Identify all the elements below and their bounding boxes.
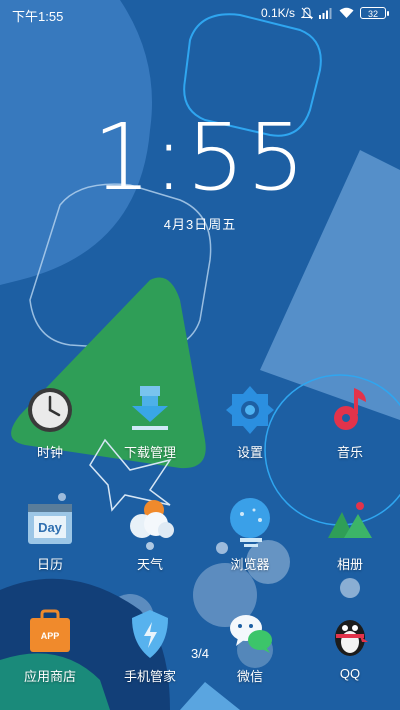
lockscreen-date: 4月3日周五 (163, 217, 237, 232)
settings-icon (224, 384, 276, 436)
app-gallery[interactable]: 相册 (305, 496, 395, 573)
calendar-icon-text: Day (38, 520, 63, 535)
app-label: 设置 (236, 445, 263, 460)
app-download-manager[interactable]: 下载管理 (105, 384, 195, 461)
app-clock[interactable]: 时钟 (5, 384, 95, 461)
gallery-icon (324, 496, 376, 548)
app-label: QQ (339, 666, 361, 681)
music-icon (324, 384, 376, 436)
app-calendar[interactable]: Day 日历 (5, 496, 95, 573)
app-label: 下载管理 (123, 445, 176, 460)
calendar-icon: Day (24, 496, 76, 548)
battery-indicator: 32 (360, 7, 389, 19)
app-browser[interactable]: 浏览器 (205, 496, 295, 573)
lockscreen-clock: 1:55 (92, 104, 308, 211)
app-settings[interactable]: 设置 (205, 384, 295, 461)
app-label: 音乐 (336, 445, 363, 460)
browser-icon (224, 496, 276, 548)
app-label: 相册 (336, 557, 363, 572)
clock-icon (24, 384, 76, 436)
signal-icon (319, 8, 332, 19)
network-speed: 0.1K/s (260, 6, 295, 20)
app-store-icon-text: APP (41, 631, 60, 641)
page-indicator: 3/4 (190, 646, 210, 661)
weather-icon (124, 496, 176, 548)
app-qq[interactable]: QQ (305, 608, 395, 681)
wifi-icon (339, 7, 354, 18)
app-label: 微信 (236, 669, 263, 684)
app-label: 天气 (136, 557, 163, 572)
app-label: 时钟 (36, 445, 63, 460)
mute-icon (301, 6, 313, 19)
app-weather[interactable]: 天气 (105, 496, 195, 573)
status-icons: 0.1K/s 32 (260, 6, 389, 20)
app-label: 应用商店 (23, 669, 76, 684)
app-label: 手机管家 (123, 669, 176, 684)
status-time: 下午1:55 (12, 9, 64, 24)
status-bar: 下午1:55 0.1K/s 32 (0, 0, 400, 26)
app-label: 日历 (36, 557, 63, 572)
download-icon (124, 384, 176, 436)
app-music[interactable]: 音乐 (305, 384, 395, 461)
app-label: 浏览器 (230, 557, 270, 572)
